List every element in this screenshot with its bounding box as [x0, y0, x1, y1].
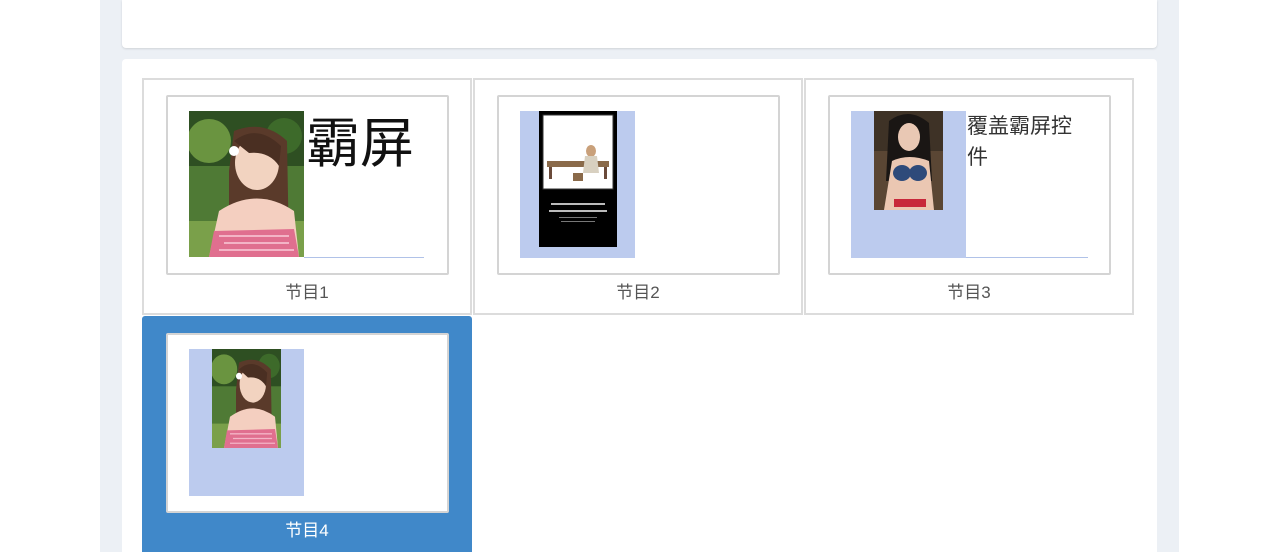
program-preview-4: [166, 333, 449, 513]
program-list-panel: 霸屏 节目1 节目2 覆盖霸屏控件 节目3 节目4: [122, 59, 1157, 552]
program-label: 节目2: [616, 283, 660, 302]
text-zone-border: [304, 257, 424, 258]
text-zone-border: [966, 257, 1088, 258]
poster-image: [539, 111, 617, 247]
program-label: 节目4: [285, 521, 329, 540]
portrait-photo: [874, 111, 943, 210]
program-card-4[interactable]: 节目4: [142, 316, 472, 552]
program-preview-2: [497, 95, 780, 275]
program-card-3[interactable]: 覆盖霸屏控件 节目3: [804, 78, 1134, 315]
portrait-photo: [189, 111, 304, 257]
program-preview-3: 覆盖霸屏控件: [828, 95, 1111, 275]
program-text: 霸屏: [306, 112, 414, 175]
program-card-2[interactable]: 节目2: [473, 78, 803, 315]
program-card-1[interactable]: 霸屏 节目1: [142, 78, 472, 315]
program-preview-1: 霸屏: [166, 95, 449, 275]
program-label: 节目3: [947, 283, 991, 302]
program-text: 覆盖霸屏控件: [967, 114, 1072, 169]
portrait-photo: [212, 349, 281, 448]
program-label: 节目1: [285, 283, 329, 302]
top-panel: [122, 0, 1157, 48]
